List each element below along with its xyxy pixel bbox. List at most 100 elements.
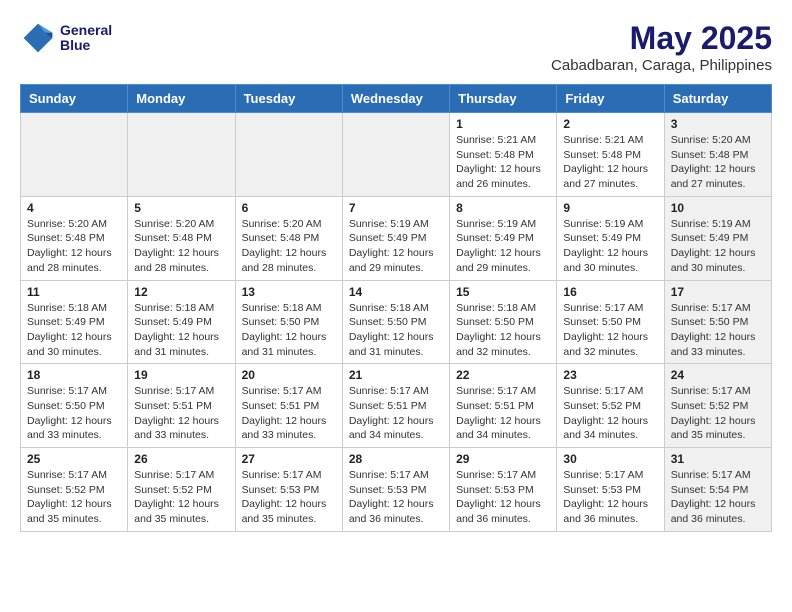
calendar-cell: 14 Sunrise: 5:18 AM Sunset: 5:50 PM Dayli… — [342, 280, 449, 364]
cell-info: Sunrise: 5:18 AM Sunset: 5:50 PM Dayligh… — [242, 301, 336, 360]
page-header: General Blue May 2025 Cabadbaran, Caraga… — [20, 20, 772, 74]
calendar-cell: 12 Sunrise: 5:18 AM Sunset: 5:49 PM Dayli… — [128, 280, 235, 364]
day-number: 5 — [134, 201, 228, 215]
calendar-cell: 21 Sunrise: 5:17 AM Sunset: 5:51 PM Dayli… — [342, 364, 449, 448]
logo-text: General Blue — [60, 23, 112, 54]
day-number: 15 — [456, 285, 550, 299]
day-number: 9 — [563, 201, 657, 215]
day-header-thursday: Thursday — [450, 85, 557, 113]
day-number: 21 — [349, 368, 443, 382]
cell-info: Sunrise: 5:17 AM Sunset: 5:53 PM Dayligh… — [456, 468, 550, 527]
cell-info: Sunrise: 5:17 AM Sunset: 5:53 PM Dayligh… — [349, 468, 443, 527]
calendar-cell: 27 Sunrise: 5:17 AM Sunset: 5:53 PM Dayli… — [235, 448, 342, 532]
logo-line2: Blue — [60, 38, 112, 53]
logo: General Blue — [20, 20, 112, 56]
day-number: 8 — [456, 201, 550, 215]
day-number: 10 — [671, 201, 765, 215]
day-header-tuesday: Tuesday — [235, 85, 342, 113]
day-number: 14 — [349, 285, 443, 299]
day-number: 25 — [27, 452, 121, 466]
calendar-cell: 5 Sunrise: 5:20 AM Sunset: 5:48 PM Daylig… — [128, 196, 235, 280]
day-number: 22 — [456, 368, 550, 382]
day-number: 20 — [242, 368, 336, 382]
day-header-saturday: Saturday — [664, 85, 771, 113]
calendar-cell: 11 Sunrise: 5:18 AM Sunset: 5:49 PM Dayli… — [21, 280, 128, 364]
calendar-cell: 18Sunrise: 5:17 AM Sunset: 5:50 PM Dayli… — [21, 364, 128, 448]
calendar-cell: 28 Sunrise: 5:17 AM Sunset: 5:53 PM Dayli… — [342, 448, 449, 532]
day-number: 28 — [349, 452, 443, 466]
month-year: May 2025 — [551, 20, 772, 57]
cell-info: Sunrise: 5:20 AM Sunset: 5:48 PM Dayligh… — [671, 133, 765, 192]
cell-info: Sunrise: 5:17 AM Sunset: 5:51 PM Dayligh… — [134, 384, 228, 443]
location: Cabadbaran, Caraga, Philippines — [551, 57, 772, 74]
cell-info: Sunrise: 5:17 AM Sunset: 5:52 PM Dayligh… — [27, 468, 121, 527]
calendar-cell: 10 Sunrise: 5:19 AM Sunset: 5:49 PM Dayli… — [664, 196, 771, 280]
calendar-cell: 1 Sunrise: 5:21 AM Sunset: 5:48 PM Daylig… — [450, 113, 557, 197]
calendar-cell: 22 Sunrise: 5:17 AM Sunset: 5:51 PM Dayli… — [450, 364, 557, 448]
calendar-week-2: 4 Sunrise: 5:20 AM Sunset: 5:48 PM Daylig… — [21, 196, 772, 280]
calendar-cell: 16Sunrise: 5:17 AM Sunset: 5:50 PM Dayli… — [557, 280, 664, 364]
day-number: 1 — [456, 117, 550, 131]
calendar-week-1: 1 Sunrise: 5:21 AM Sunset: 5:48 PM Daylig… — [21, 113, 772, 197]
cell-info: Sunrise: 5:17 AM Sunset: 5:52 PM Dayligh… — [671, 384, 765, 443]
day-number: 12 — [134, 285, 228, 299]
calendar-cell: 23Sunrise: 5:17 AM Sunset: 5:52 PM Dayli… — [557, 364, 664, 448]
cell-info: Sunrise: 5:17 AM Sunset: 5:51 PM Dayligh… — [456, 384, 550, 443]
cell-info: Sunrise: 5:19 AM Sunset: 5:49 PM Dayligh… — [349, 217, 443, 276]
calendar-cell: 29Sunrise: 5:17 AM Sunset: 5:53 PM Dayli… — [450, 448, 557, 532]
day-number: 11 — [27, 285, 121, 299]
cell-info: Sunrise: 5:19 AM Sunset: 5:49 PM Dayligh… — [671, 217, 765, 276]
calendar-table: SundayMondayTuesdayWednesdayThursdayFrid… — [20, 84, 772, 532]
cell-info: Sunrise: 5:18 AM Sunset: 5:50 PM Dayligh… — [456, 301, 550, 360]
day-number: 23 — [563, 368, 657, 382]
cell-info: Sunrise: 5:17 AM Sunset: 5:50 PM Dayligh… — [563, 301, 657, 360]
cell-info: Sunrise: 5:17 AM Sunset: 5:53 PM Dayligh… — [563, 468, 657, 527]
day-number: 18 — [27, 368, 121, 382]
day-number: 17 — [671, 285, 765, 299]
title-block: May 2025 Cabadbaran, Caraga, Philippines — [551, 20, 772, 74]
calendar-week-3: 11 Sunrise: 5:18 AM Sunset: 5:49 PM Dayli… — [21, 280, 772, 364]
day-header-monday: Monday — [128, 85, 235, 113]
cell-info: Sunrise: 5:18 AM Sunset: 5:49 PM Dayligh… — [27, 301, 121, 360]
calendar-cell: 31Sunrise: 5:17 AM Sunset: 5:54 PM Dayli… — [664, 448, 771, 532]
day-number: 3 — [671, 117, 765, 131]
cell-info: Sunrise: 5:17 AM Sunset: 5:53 PM Dayligh… — [242, 468, 336, 527]
day-number: 26 — [134, 452, 228, 466]
day-number: 2 — [563, 117, 657, 131]
calendar-cell — [235, 113, 342, 197]
calendar-cell: 3 Sunrise: 5:20 AM Sunset: 5:48 PM Daylig… — [664, 113, 771, 197]
cell-info: Sunrise: 5:18 AM Sunset: 5:49 PM Dayligh… — [134, 301, 228, 360]
calendar-cell: 24 Sunrise: 5:17 AM Sunset: 5:52 PM Dayli… — [664, 364, 771, 448]
day-number: 27 — [242, 452, 336, 466]
day-header-sunday: Sunday — [21, 85, 128, 113]
cell-info: Sunrise: 5:19 AM Sunset: 5:49 PM Dayligh… — [563, 217, 657, 276]
calendar-cell: 30Sunrise: 5:17 AM Sunset: 5:53 PM Dayli… — [557, 448, 664, 532]
calendar-cell — [21, 113, 128, 197]
calendar-cell — [128, 113, 235, 197]
day-header-wednesday: Wednesday — [342, 85, 449, 113]
calendar-cell: 17 Sunrise: 5:17 AM Sunset: 5:50 PM Dayli… — [664, 280, 771, 364]
day-header-friday: Friday — [557, 85, 664, 113]
cell-info: Sunrise: 5:17 AM Sunset: 5:52 PM Dayligh… — [134, 468, 228, 527]
cell-info: Sunrise: 5:19 AM Sunset: 5:49 PM Dayligh… — [456, 217, 550, 276]
calendar-cell: 13Sunrise: 5:18 AM Sunset: 5:50 PM Dayli… — [235, 280, 342, 364]
calendar-cell: 6 Sunrise: 5:20 AM Sunset: 5:48 PM Daylig… — [235, 196, 342, 280]
logo-icon — [20, 20, 56, 56]
calendar-cell: 4Sunrise: 5:20 AM Sunset: 5:48 PM Daylig… — [21, 196, 128, 280]
cell-info: Sunrise: 5:17 AM Sunset: 5:50 PM Dayligh… — [671, 301, 765, 360]
day-number: 24 — [671, 368, 765, 382]
calendar-week-5: 25 Sunrise: 5:17 AM Sunset: 5:52 PM Dayli… — [21, 448, 772, 532]
day-number: 4 — [27, 201, 121, 215]
cell-info: Sunrise: 5:18 AM Sunset: 5:50 PM Dayligh… — [349, 301, 443, 360]
day-number: 6 — [242, 201, 336, 215]
cell-info: Sunrise: 5:20 AM Sunset: 5:48 PM Dayligh… — [134, 217, 228, 276]
cell-info: Sunrise: 5:21 AM Sunset: 5:48 PM Dayligh… — [456, 133, 550, 192]
cell-info: Sunrise: 5:17 AM Sunset: 5:54 PM Dayligh… — [671, 468, 765, 527]
cell-info: Sunrise: 5:20 AM Sunset: 5:48 PM Dayligh… — [242, 217, 336, 276]
calendar-cell: 8 Sunrise: 5:19 AM Sunset: 5:49 PM Daylig… — [450, 196, 557, 280]
logo-line1: General — [60, 23, 112, 38]
calendar-cell: 25 Sunrise: 5:17 AM Sunset: 5:52 PM Dayli… — [21, 448, 128, 532]
calendar-cell: 2Sunrise: 5:21 AM Sunset: 5:48 PM Daylig… — [557, 113, 664, 197]
calendar-cell: 26 Sunrise: 5:17 AM Sunset: 5:52 PM Dayli… — [128, 448, 235, 532]
cell-info: Sunrise: 5:17 AM Sunset: 5:51 PM Dayligh… — [349, 384, 443, 443]
